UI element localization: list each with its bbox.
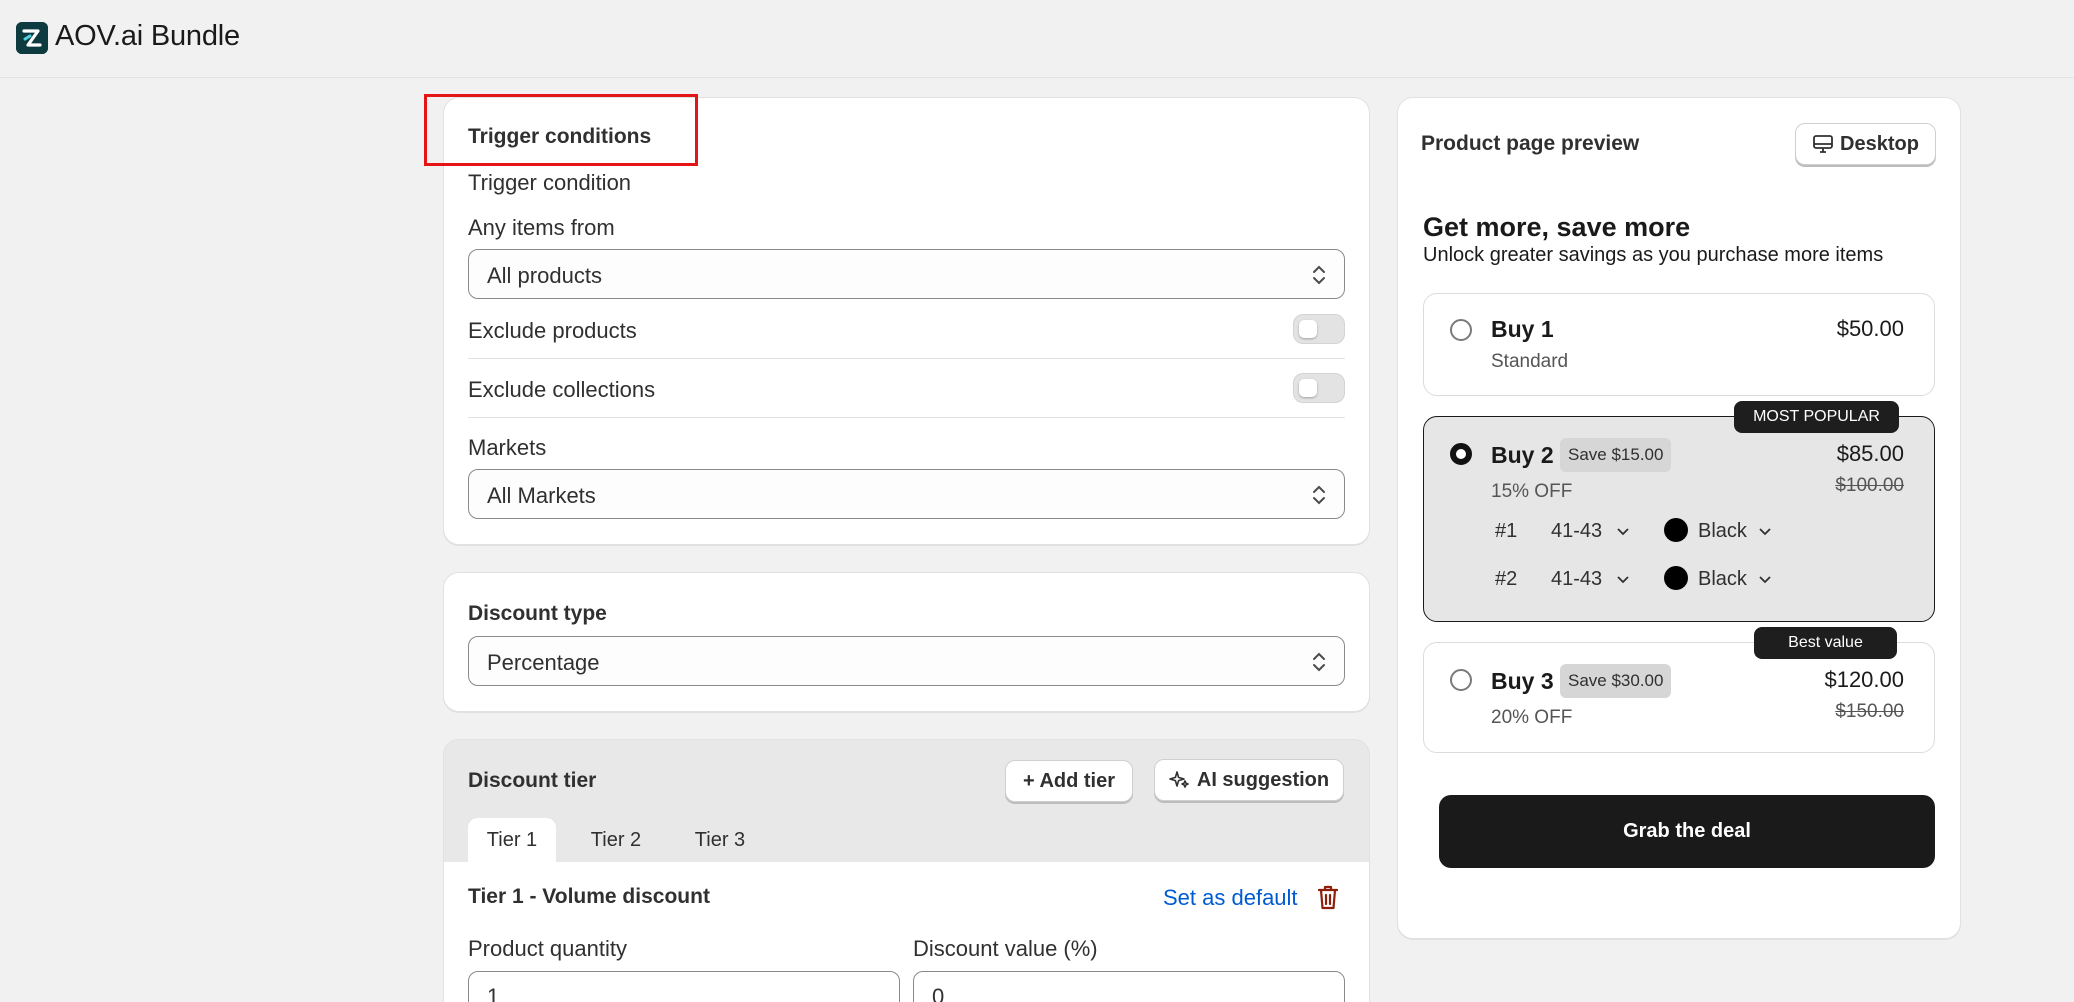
most-popular-tag: MOST POPULAR	[1734, 401, 1899, 433]
discount-type-select[interactable]: Percentage	[468, 636, 1345, 686]
divider	[468, 417, 1345, 418]
chevron-down-icon	[1759, 528, 1771, 536]
offer-3-price: $120.00	[1824, 667, 1904, 692]
tab-label: Tier 3	[694, 828, 746, 851]
aov-logo-icon	[16, 22, 48, 54]
tier-title: Tier 1 - Volume discount	[468, 885, 710, 908]
app-header: AOV.ai Bundle	[0, 0, 2074, 78]
variant-1-color[interactable]: Black	[1698, 520, 1747, 543]
quantity-input[interactable]: 1	[468, 971, 900, 1002]
offer-buy-1[interactable]	[1423, 293, 1935, 396]
grab-deal-button[interactable]: Grab the deal	[1439, 795, 1935, 868]
offer-3-name: Buy 3	[1491, 668, 1554, 694]
ai-suggestion-button[interactable]: AI suggestion	[1154, 759, 1344, 801]
exclude-collections-toggle[interactable]	[1293, 373, 1345, 403]
discount-tier-heading: Discount tier	[468, 769, 597, 792]
badge-label: Save $15.00	[1568, 445, 1664, 464]
discount-type-value: Percentage	[487, 650, 600, 675]
preview-heading: Product page preview	[1421, 132, 1640, 155]
offer-1-price: $50.00	[1836, 316, 1904, 341]
discount-value-label: Discount value (%)	[913, 936, 1098, 961]
offer-1-radio[interactable]	[1450, 319, 1472, 341]
preview-subtitle: Unlock greater savings as you purchase m…	[1423, 244, 1884, 266]
tag-label: MOST POPULAR	[1753, 408, 1880, 425]
highlight-box	[424, 94, 698, 166]
tab-tier-2[interactable]: Tier 2	[574, 818, 658, 862]
offer-1-name: Buy 1	[1491, 316, 1554, 342]
best-value-tag: Best value	[1754, 627, 1897, 659]
tab-label: Tier 2	[590, 828, 642, 851]
select-chevron-icon	[1313, 485, 1325, 505]
offer-2-price: $85.00	[1836, 441, 1904, 466]
tab-tier-1[interactable]: Tier 1	[468, 818, 556, 862]
any-items-label: Any items from	[468, 215, 615, 240]
tab-tier-3[interactable]: Tier 3	[678, 818, 762, 862]
monitor-icon	[1813, 135, 1833, 153]
offer-2-radio[interactable]	[1450, 443, 1472, 465]
offer-1-subtitle: Standard	[1491, 351, 1569, 372]
variant-1-index: #1	[1495, 520, 1518, 542]
offer-3-compare-price: $150.00	[1835, 701, 1904, 722]
offer-2-save-badge: Save $15.00	[1560, 438, 1672, 472]
app-title: AOV.ai Bundle	[55, 20, 240, 52]
quantity-value: 1	[487, 984, 500, 1002]
offer-3-radio[interactable]	[1450, 669, 1472, 691]
trigger-condition-label: Trigger condition	[468, 170, 632, 195]
markets-select[interactable]: All Markets	[468, 469, 1345, 519]
set-default-link[interactable]: Set as default	[1163, 885, 1298, 911]
offer-3-subtitle: 20% OFF	[1491, 707, 1573, 728]
badge-label: Save $30.00	[1568, 671, 1664, 690]
chevron-down-icon	[1759, 576, 1771, 584]
exclude-collections-label: Exclude collections	[468, 377, 656, 402]
desktop-label: Desktop	[1840, 132, 1919, 155]
offer-2-subtitle: 15% OFF	[1491, 481, 1573, 502]
color-swatch	[1664, 566, 1688, 590]
items-select[interactable]: All products	[468, 249, 1345, 299]
add-tier-button[interactable]: + Add tier	[1005, 760, 1133, 802]
add-tier-label: + Add tier	[1022, 769, 1116, 792]
markets-select-value: All Markets	[487, 483, 596, 508]
offer-2-compare-price: $100.00	[1835, 475, 1904, 496]
quantity-label: Product quantity	[468, 936, 627, 961]
chevron-down-icon	[1617, 528, 1629, 536]
desktop-button[interactable]: Desktop	[1795, 123, 1936, 165]
variant-1-size[interactable]: 41-43	[1551, 520, 1602, 543]
select-chevron-icon	[1313, 652, 1325, 672]
divider	[468, 358, 1345, 359]
select-chevron-icon	[1313, 265, 1325, 285]
variant-2-size[interactable]: 41-43	[1551, 568, 1602, 591]
variant-2-index: #2	[1495, 568, 1518, 590]
ai-suggestion-label: AI suggestion	[1196, 768, 1330, 791]
chevron-down-icon	[1617, 576, 1629, 584]
tab-label: Tier 1	[486, 828, 538, 851]
cta-label: Grab the deal	[1623, 820, 1751, 842]
offer-3-save-badge: Save $30.00	[1560, 664, 1672, 698]
color-swatch	[1664, 518, 1688, 542]
offer-2-name: Buy 2	[1491, 442, 1554, 468]
exclude-products-toggle[interactable]	[1293, 314, 1345, 344]
trash-icon[interactable]	[1317, 885, 1339, 911]
discount-type-heading: Discount type	[468, 602, 607, 625]
preview-title: Get more, save more	[1423, 212, 1691, 242]
variant-2-color[interactable]: Black	[1698, 568, 1747, 591]
sparkle-icon	[1169, 771, 1189, 788]
markets-label: Markets	[468, 435, 547, 460]
tag-label: Best value	[1788, 634, 1863, 651]
discount-value: 0	[932, 984, 945, 1002]
exclude-products-label: Exclude products	[468, 318, 637, 343]
discount-value-input[interactable]: 0	[913, 971, 1345, 1002]
items-select-value: All products	[487, 263, 602, 288]
